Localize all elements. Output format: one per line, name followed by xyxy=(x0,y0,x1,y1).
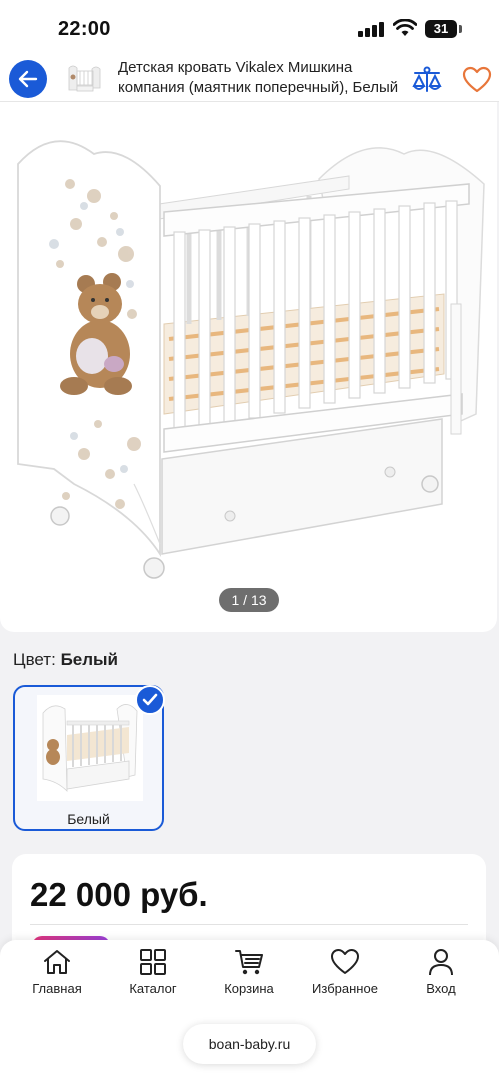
price-value: 22 000 руб. xyxy=(30,876,208,913)
nav-label-login: Вход xyxy=(426,981,456,996)
cart-icon xyxy=(235,950,263,975)
color-option-label: Белый xyxy=(67,811,110,827)
product-thumbnail xyxy=(64,60,104,98)
heart-icon[interactable] xyxy=(462,66,492,94)
status-time: 22:00 xyxy=(58,18,111,40)
color-value: Белый xyxy=(60,650,119,669)
nav-item-favorites[interactable]: Избранное xyxy=(300,948,390,1004)
bottom-nav: Главная Каталог Корзина Избранное Вход b… xyxy=(0,940,499,1080)
home-icon xyxy=(44,950,70,974)
wifi-icon xyxy=(393,19,417,36)
battery-tip xyxy=(459,25,462,33)
heart-icon xyxy=(331,949,359,974)
back-button[interactable] xyxy=(9,60,47,98)
image-counter: 1 / 13 xyxy=(219,588,279,612)
scales-icon[interactable] xyxy=(412,66,442,94)
battery-icon: 31 xyxy=(425,20,457,38)
nav-label-catalog: Каталог xyxy=(129,981,177,996)
product-header: Детская кровать Vikalex Мишкина компания… xyxy=(0,56,499,102)
status-bar: 22:00 31 xyxy=(0,0,499,56)
grid-icon xyxy=(140,949,166,975)
color-label: Цвет: Белый xyxy=(13,650,118,670)
nav-item-login[interactable]: Вход xyxy=(396,948,486,1004)
browser-url-bar[interactable]: boan-baby.ru xyxy=(183,1024,316,1064)
product-image xyxy=(17,140,485,579)
color-label-text: Цвет: xyxy=(13,650,56,669)
nav-label-favorites: Избранное xyxy=(312,981,378,996)
check-icon xyxy=(135,685,165,715)
signal-icon xyxy=(358,21,386,37)
color-option-image xyxy=(37,695,143,801)
nav-label-home: Главная xyxy=(32,981,82,996)
nav-label-cart: Корзина xyxy=(224,981,274,996)
price-divider xyxy=(30,924,468,925)
nav-item-catalog[interactable]: Каталог xyxy=(108,948,198,1004)
nav-item-home[interactable]: Главная xyxy=(12,948,102,1004)
product-title: Детская кровать Vikalex Мишкина компания… xyxy=(118,59,399,96)
user-icon xyxy=(429,949,453,976)
nav-item-cart[interactable]: Корзина xyxy=(204,948,294,1004)
arrow-left-icon xyxy=(18,70,38,88)
product-gallery[interactable]: 1 / 13 xyxy=(0,102,497,632)
